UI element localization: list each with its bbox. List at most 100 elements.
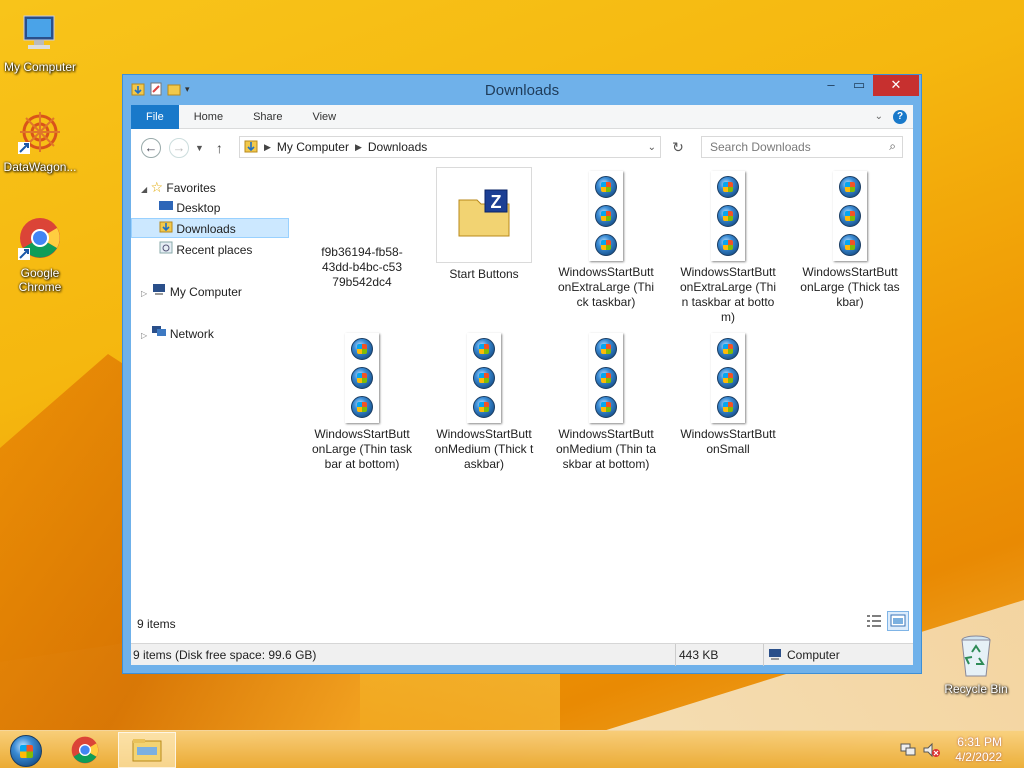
nav-item-favorites[interactable]: ◢ ☆ Favorites [141,177,216,197]
taskbar-file-explorer[interactable] [118,732,176,768]
tab-share[interactable]: Share [238,105,297,129]
file-item[interactable]: WindowsStartButtonLarge (Thick taskbar) [795,171,905,310]
tab-view[interactable]: View [297,105,351,129]
zip-thumbnail: Z [436,167,532,263]
divider [675,644,676,666]
expand-arrow-icon[interactable]: ▷ [141,289,147,298]
computer-icon [16,10,64,58]
file-item[interactable]: WindowsStartButtonLarge (Thin taskbar at… [307,333,417,472]
navigation-bar: ← → ▼ ↑ ▶ My Computer ▶ Downloads ⌄ ↻ Se… [131,129,913,167]
nav-item-desktop[interactable]: Desktop [159,198,220,218]
nav-item-downloads[interactable]: Downloads [131,218,289,238]
image-thumbnail [833,171,867,261]
breadcrumb-separator[interactable]: ▶ [355,142,362,153]
network-tray-icon[interactable] [900,742,916,761]
image-thumbnail [345,333,379,423]
breadcrumb-downloads[interactable]: Downloads [368,140,427,154]
file-item[interactable]: Z Start Buttons [429,167,539,282]
recent-locations-icon[interactable]: ▼ [195,143,204,153]
search-input[interactable]: Search Downloads ⌕ [701,136,903,158]
image-thumbnail [589,171,623,261]
nav-item-recent-places[interactable]: Recent places [159,240,252,260]
start-orb-icon [10,735,42,767]
expand-arrow-icon[interactable]: ▷ [141,331,147,340]
breadcrumb-my-computer[interactable]: My Computer [277,140,349,154]
file-item[interactable]: WindowsStartButtonExtraLarge (Thin taskb… [673,171,783,325]
item-count-bar: 9 items [131,603,913,643]
status-summary: 9 items (Disk free space: 99.6 GB) [133,648,317,662]
taskbar: 6:31 PM 4/2/2022 [0,730,1024,768]
search-icon[interactable]: ⌕ [889,139,896,154]
recent-places-icon [159,241,173,257]
up-button[interactable]: ↑ [216,140,223,156]
file-item[interactable]: f9b36194-fb58-43dd-b4bc-c5379b542dc4 [307,245,417,290]
file-name: WindowsStartButtonMedium (Thin taskbar a… [555,427,657,471]
file-item[interactable]: WindowsStartButtonMedium (Thick taskbar) [429,333,539,472]
tab-file[interactable]: File [131,104,179,129]
file-item[interactable]: WindowsStartButtonExtraLarge (Thick task… [551,171,661,310]
details-view-icon[interactable] [865,613,883,629]
nav-label: Desktop [176,201,221,215]
tab-home[interactable]: Home [179,105,238,129]
address-bar[interactable]: ▶ My Computer ▶ Downloads ⌄ [239,136,661,158]
computer-icon [151,284,167,299]
desktop-icon-my-computer[interactable]: My Computer [0,10,80,74]
close-button[interactable]: ✕ [873,75,919,96]
desktop-icon-label: My Computer [3,60,77,74]
title-bar[interactable]: ▾ Downloads ‒ ▭ ✕ [123,75,921,105]
network-icon [151,326,167,341]
recycle-bin-icon [952,632,1000,680]
status-location: Computer [787,648,840,662]
file-name: WindowsStartButtonLarge (Thick taskbar) [800,265,900,309]
clock-time: 6:31 PM [957,735,1002,749]
item-count: 9 items [137,617,176,631]
chrome-icon [71,736,99,764]
image-thumbnail [711,171,745,261]
file-name: Start Buttons [449,267,519,281]
maximize-button[interactable]: ▭ [845,75,873,96]
downloads-folder-icon [244,139,258,156]
breadcrumb-separator[interactable]: ▶ [264,142,271,153]
nav-item-my-computer[interactable]: ▷ My Computer [141,282,242,302]
file-item[interactable]: WindowsStartButtonSmall [673,333,783,457]
content-area: ◢ ☆ Favorites Desktop Downloads Recent p… [131,167,913,643]
status-size: 443 KB [679,648,719,662]
desktop-icon-label: Google Chrome [18,266,62,294]
desktop-icon-google-chrome[interactable]: Google Chrome [0,216,80,294]
help-icon[interactable]: ? [893,109,907,124]
system-clock[interactable]: 6:31 PM 4/2/2022 [955,735,1002,765]
zip-folder-icon: Z [458,189,510,237]
chrome-icon [16,216,64,264]
clock-date: 4/2/2022 [955,750,1002,764]
downloads-icon [159,221,173,236]
nav-label: Network [169,327,214,341]
image-thumbnail [589,333,623,423]
file-item[interactable]: WindowsStartButtonMedium (Thin taskbar a… [551,333,661,472]
nav-label: Favorites [166,181,216,195]
forward-button[interactable]: → [169,138,189,158]
back-button[interactable]: ← [141,138,161,158]
address-dropdown-icon[interactable]: ⌄ [648,142,656,153]
ribbon-tabs: File Home Share View ⌄ ? [131,104,913,129]
volume-muted-icon[interactable] [922,742,940,761]
image-thumbnail [711,333,745,423]
file-explorer-icon [132,739,162,762]
minimize-button[interactable]: ‒ [817,75,845,96]
image-thumbnail [467,333,501,423]
computer-icon [767,648,783,664]
taskbar-chrome[interactable] [56,732,114,768]
nav-item-network[interactable]: ▷ Network [141,324,214,344]
large-icons-view-icon[interactable] [887,611,909,631]
star-icon: ☆ [150,179,164,195]
desktop-icon-datawagon[interactable]: DataWagon... [0,110,80,174]
desktop-icon-label: Recycle Bin [944,682,1008,696]
start-button[interactable] [0,732,56,768]
expand-arrow-icon[interactable]: ◢ [141,185,147,194]
nav-label: My Computer [169,285,242,299]
divider [763,644,764,666]
desktop-icon-recycle-bin[interactable]: Recycle Bin [936,632,1016,696]
refresh-button[interactable]: ↻ [667,139,689,157]
file-name: f9b36194-fb58-43dd-b4bc-c5379b542dc4 [321,245,403,289]
explorer-window: ▾ Downloads ‒ ▭ ✕ File Home Share View ⌄… [122,74,922,674]
expand-ribbon-icon[interactable]: ⌄ [875,111,883,122]
